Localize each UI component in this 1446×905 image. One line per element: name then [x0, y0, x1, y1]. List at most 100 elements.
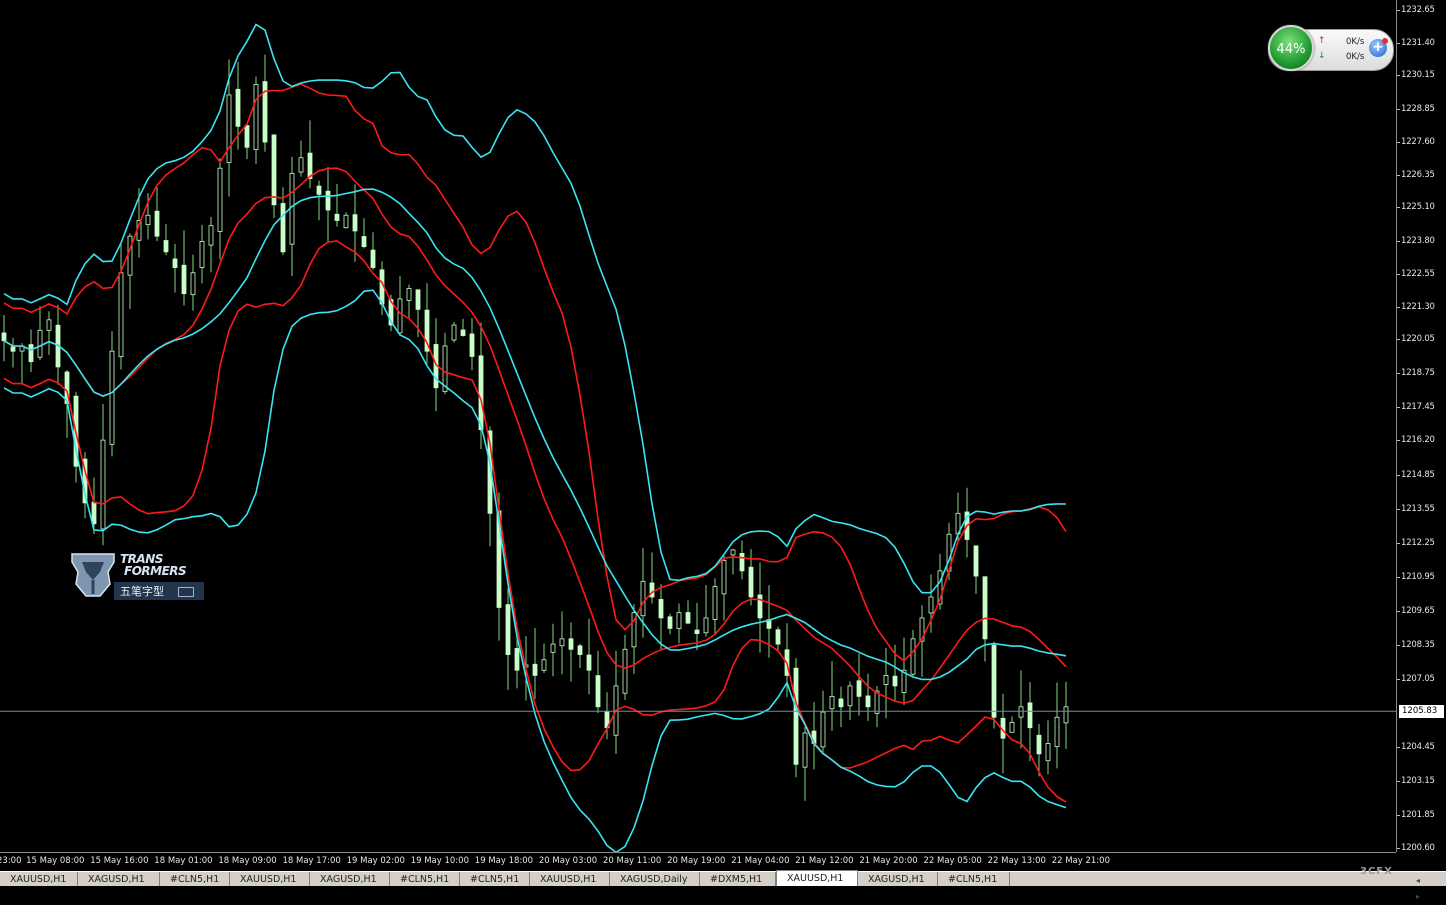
chart-tab[interactable]: XAGUSD,H1 — [78, 872, 160, 886]
time-axis[interactable]: 23:00 15 May 08:00 15 May 16:00 18 May 01:0… — [0, 852, 1396, 871]
candle-body — [532, 663, 538, 676]
candle-body — [217, 167, 223, 232]
candle-body — [208, 225, 214, 246]
price-chart[interactable] — [0, 0, 1396, 852]
price-tick-label: 1204.45 — [1401, 742, 1435, 753]
time-tick-label: 21 May 20:00 — [859, 856, 918, 866]
time-tick-label: 20 May 11:00 — [603, 856, 662, 866]
price-scale[interactable]: 1232.65 1231.40 1230.15 1228.85 1227.60 1226.… — [1396, 0, 1446, 853]
price-tick-mark — [1397, 848, 1400, 849]
candle-body — [586, 654, 592, 671]
candle-body — [1063, 706, 1069, 724]
price-tick-label: 1231.40 — [1401, 37, 1435, 48]
price-tick-label: 1209.65 — [1401, 606, 1435, 617]
chart-tab[interactable]: XAGUSD,H1 — [858, 872, 938, 886]
chart-tab[interactable]: #CLN5,H1 — [460, 872, 530, 886]
chart-tab[interactable]: #CLN5,H1 — [390, 872, 460, 886]
candle-body — [100, 439, 106, 530]
candle-body — [793, 667, 799, 765]
time-tick-label: 15 May 16:00 — [90, 856, 149, 866]
download-speed: 0K/s — [1346, 52, 1365, 62]
price-tick-label: 1227.60 — [1401, 137, 1435, 148]
chart-tab[interactable]: XAGUSD,H1 — [310, 872, 390, 886]
keyboard-icon[interactable] — [178, 587, 194, 597]
price-tick-mark — [1397, 475, 1400, 477]
price-tick-mark — [1397, 207, 1400, 209]
price-tick-label: 1218.75 — [1401, 368, 1435, 379]
chart-tab[interactable]: XAUUSD,H1 — [530, 872, 610, 886]
candle-body — [325, 190, 331, 211]
candle-body — [244, 125, 250, 148]
candle-body — [1054, 716, 1060, 747]
candle-body — [127, 235, 133, 276]
candle-body — [739, 552, 745, 572]
price-tick-label: 1228.85 — [1401, 104, 1435, 115]
time-tick-label: 21 May 12:00 — [795, 856, 854, 866]
current-price-tag: 1205.83 — [1399, 705, 1444, 719]
bollinger-cyan-upper — [3, 23, 1067, 594]
candle-body — [469, 333, 475, 357]
candle-body — [550, 643, 556, 653]
candle-body — [334, 213, 340, 221]
chart-area[interactable] — [0, 0, 1396, 852]
candle-body — [154, 210, 160, 237]
price-tick-mark — [1397, 142, 1400, 144]
chart-tab-bar: XAUUSD,H1 XAGUSD,H1 #CLN5,H1 XAUUSD,H1 XAGUS… — [0, 870, 1446, 886]
candle-body — [163, 240, 169, 253]
candle-body — [1045, 743, 1051, 762]
candle-body — [712, 586, 718, 620]
price-tick-mark — [1397, 373, 1400, 375]
candles — [1, 54, 1069, 801]
price-tick-label: 1223.80 — [1401, 236, 1435, 247]
candle-body — [37, 329, 43, 358]
candle-body — [415, 289, 421, 310]
candle-body — [721, 559, 727, 595]
ime-mode-label[interactable]: 五笔字型 — [120, 583, 164, 599]
chart-tab[interactable]: #CLN5,H1 — [160, 872, 230, 886]
tab-scroll-arrows[interactable]: ◂ ▸ — [1416, 873, 1424, 905]
price-tick-mark — [1397, 747, 1400, 749]
candle-body — [316, 185, 322, 195]
candle-body — [829, 695, 835, 710]
candle-body — [748, 566, 754, 598]
candle-body — [343, 214, 349, 229]
candle-body — [622, 648, 628, 694]
candle-body — [478, 355, 484, 431]
candle-body — [46, 319, 52, 331]
time-tick-label: 22 May 05:00 — [923, 856, 982, 866]
time-tick-label: 18 May 17:00 — [282, 856, 341, 866]
chart-tab[interactable]: #DXM5,H1 — [700, 872, 776, 886]
candle-body — [253, 84, 259, 150]
price-tick-label: 1226.35 — [1401, 169, 1435, 180]
chart-tab[interactable]: #CLN5,H1 — [938, 872, 1010, 886]
chart-tab[interactable]: XAUUSD,H1 — [0, 872, 78, 886]
price-tick-label: 1208.35 — [1401, 640, 1435, 651]
chart-tab[interactable]: XAUUSD,H1 — [230, 872, 310, 886]
upload-speed: 0K/s — [1346, 37, 1365, 47]
candle-body — [361, 236, 367, 248]
price-tick-label: 1217.45 — [1401, 402, 1435, 413]
chart-tab[interactable]: XAUUSD,H1 — [776, 870, 858, 886]
candle-body — [676, 612, 682, 630]
price-tick-mark — [1397, 815, 1400, 817]
chart-tab[interactable]: XAGUSD,Daily — [610, 872, 700, 886]
price-tick-mark — [1397, 241, 1400, 243]
candle-body — [658, 599, 664, 619]
candle-body — [856, 680, 862, 697]
ime-logo-text: FORMERS — [124, 564, 187, 578]
candle-body — [802, 732, 808, 768]
candle-body — [91, 501, 97, 525]
price-tick-mark — [1397, 339, 1400, 341]
price-tick-label: 1213.55 — [1401, 504, 1435, 515]
candle-body — [109, 350, 115, 445]
network-usage-gauge[interactable]: 44% — [1268, 25, 1314, 71]
candle-body — [235, 88, 241, 127]
candle-body — [145, 214, 151, 226]
time-tick-label: 21 May 04:00 — [731, 856, 790, 866]
price-tick-label: 1222.55 — [1401, 269, 1435, 280]
candle-body — [820, 711, 826, 748]
candle-body — [847, 685, 853, 707]
candle-body — [865, 695, 871, 708]
candle-body — [577, 645, 583, 655]
watermark-logo: 3CFX — [1360, 866, 1393, 877]
